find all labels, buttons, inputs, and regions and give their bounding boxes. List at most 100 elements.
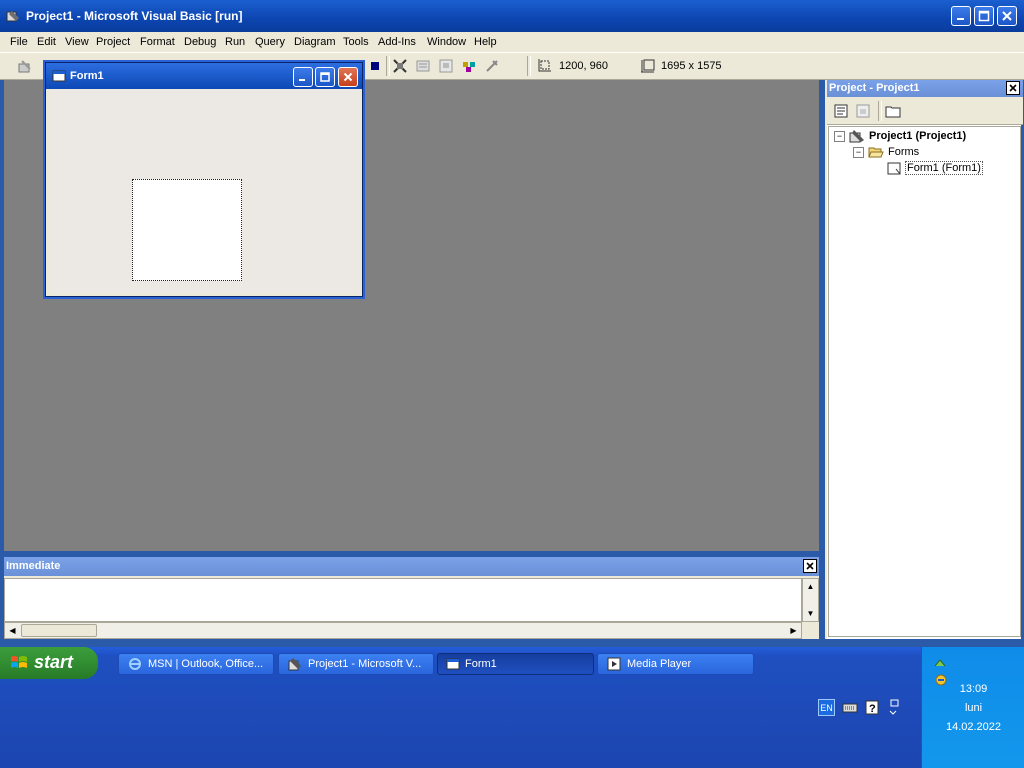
menu-help[interactable]: Help [474,36,497,48]
maximize-button[interactable] [974,6,994,26]
object-browser-button[interactable] [460,57,478,75]
clock-date: 14.02.2022 [945,721,1002,733]
position-icon [538,59,551,72]
minimize-button[interactable] [951,6,971,26]
form1-maximize-button[interactable] [315,67,335,87]
windows-logo-icon [11,656,27,668]
view-object-icon [856,104,870,118]
menu-format[interactable]: Format [140,36,175,48]
media-player-icon [607,657,621,671]
scroll-right-arrow-icon[interactable]: ▶ [786,623,801,638]
close-icon [1002,11,1012,21]
scroll-up-arrow-icon[interactable]: ▲ [803,579,818,594]
form1-title-bar[interactable]: Form1 [46,63,362,89]
immediate-text-area[interactable] [4,578,802,622]
size-readout: 1695 x 1575 [661,60,722,72]
project-explorer-toolbar [827,97,1023,125]
minimize-icon [299,79,305,81]
network-icon[interactable] [933,656,947,670]
menu-edit[interactable]: Edit [37,36,56,48]
restore-down-icon[interactable] [887,699,899,717]
form-layout-button[interactable] [437,57,455,75]
task-msn-outlook[interactable]: MSN | Outlook, Office... [118,653,274,675]
close-icon [1009,84,1017,92]
project-explorer-button[interactable] [391,57,409,75]
form1-window[interactable]: Form1 [45,62,363,297]
form-icon [887,162,901,174]
toolbar-separator [878,101,882,121]
tree-node-project[interactable]: − Project1 (Project1) [834,129,966,143]
scroll-left-arrow-icon[interactable]: ◀ [5,623,20,638]
view-object-button[interactable] [854,102,872,120]
open-folder-icon [868,147,884,158]
tree-project-label: Project1 (Project1) [869,130,967,142]
position-readout: 1200, 960 [559,60,608,72]
menu-bar: File Edit View Project Format Debug Run … [0,32,1024,53]
minimize-icon [957,18,964,20]
project-explorer-window: Project - Project1 − Project1 (Project1)… [825,80,1023,639]
menu-diagram[interactable]: Diagram [294,36,336,48]
start-button[interactable]: start [0,647,98,679]
menu-window[interactable]: Window [427,36,466,48]
close-button[interactable] [997,6,1017,26]
immediate-close-button[interactable] [803,559,817,573]
immediate-title-bar[interactable]: Immediate [4,557,819,576]
menu-file[interactable]: File [10,36,28,48]
keyboard-icon[interactable] [842,702,858,714]
immediate-window: Immediate ▲ ▼ ◀ ▶ [4,557,819,639]
form1-client-area[interactable] [49,89,359,294]
svg-text:?: ? [869,703,876,715]
task-media-player[interactable]: Media Player [597,653,754,675]
stop-icon [371,62,379,70]
form-icon [446,658,460,670]
project-icon [849,130,864,143]
menu-run[interactable]: Run [225,36,245,48]
scroll-down-arrow-icon[interactable]: ▼ [803,606,818,621]
collapse-icon[interactable]: − [834,130,845,142]
menu-debug[interactable]: Debug [184,36,216,48]
view-code-button[interactable] [832,102,850,120]
clock-time[interactable]: 13:09 [922,683,1024,695]
main-title-bar[interactable]: Project1 - Microsoft Visual Basic [run] [0,0,1024,32]
toolbar-separator [527,56,531,76]
project-explorer-close-button[interactable] [1006,81,1020,95]
menu-add-ins[interactable]: Add-Ins [378,36,416,48]
menu-tools[interactable]: Tools [343,36,369,48]
close-icon [343,72,353,82]
help-icon[interactable]: ? [865,700,879,715]
size-indicator-icon-holder [639,57,657,75]
properties-window-button[interactable] [414,57,432,75]
add-project-icon [18,60,31,73]
visual-basic-app-icon [6,11,19,22]
language-indicator[interactable]: EN [818,699,835,716]
close-icon [806,562,814,570]
toggle-folders-button[interactable] [884,102,902,120]
toolbar-separator [386,56,390,76]
folder-icon [885,106,901,118]
toolbox-icon [486,60,498,72]
maximize-icon [320,72,330,82]
task-label: MSN | Outlook, Office... [148,658,264,670]
menu-query[interactable]: Query [255,36,285,48]
toolbox-button[interactable] [483,57,501,75]
tree-node-forms-folder[interactable]: − Forms [853,145,919,159]
add-project-button[interactable] [16,57,34,75]
form1-close-button[interactable] [338,67,358,87]
menu-view[interactable]: View [65,36,89,48]
start-label: start [34,652,74,672]
window-title: Project1 - Microsoft Visual Basic [run] [26,9,243,23]
form1-minimize-button[interactable] [293,67,313,87]
immediate-horizontal-scrollbar[interactable]: ◀ ▶ [4,622,802,639]
menu-project[interactable]: Project [96,36,130,48]
project-explorer-title-bar[interactable]: Project - Project1 [827,80,1023,97]
horizontal-scroll-thumb[interactable] [21,624,97,637]
collapse-icon[interactable]: − [853,146,864,158]
immediate-vertical-scrollbar[interactable]: ▲ ▼ [802,578,819,622]
tree-node-form1[interactable]: Form1 (Form1) [887,161,983,175]
picture-box[interactable] [132,179,242,281]
task-visual-basic[interactable]: Project1 - Microsoft V... [278,653,434,675]
task-form1[interactable]: Form1 [437,653,594,675]
internet-explorer-icon [129,658,141,670]
end-button[interactable] [366,57,384,75]
immediate-title: Immediate [6,560,61,572]
